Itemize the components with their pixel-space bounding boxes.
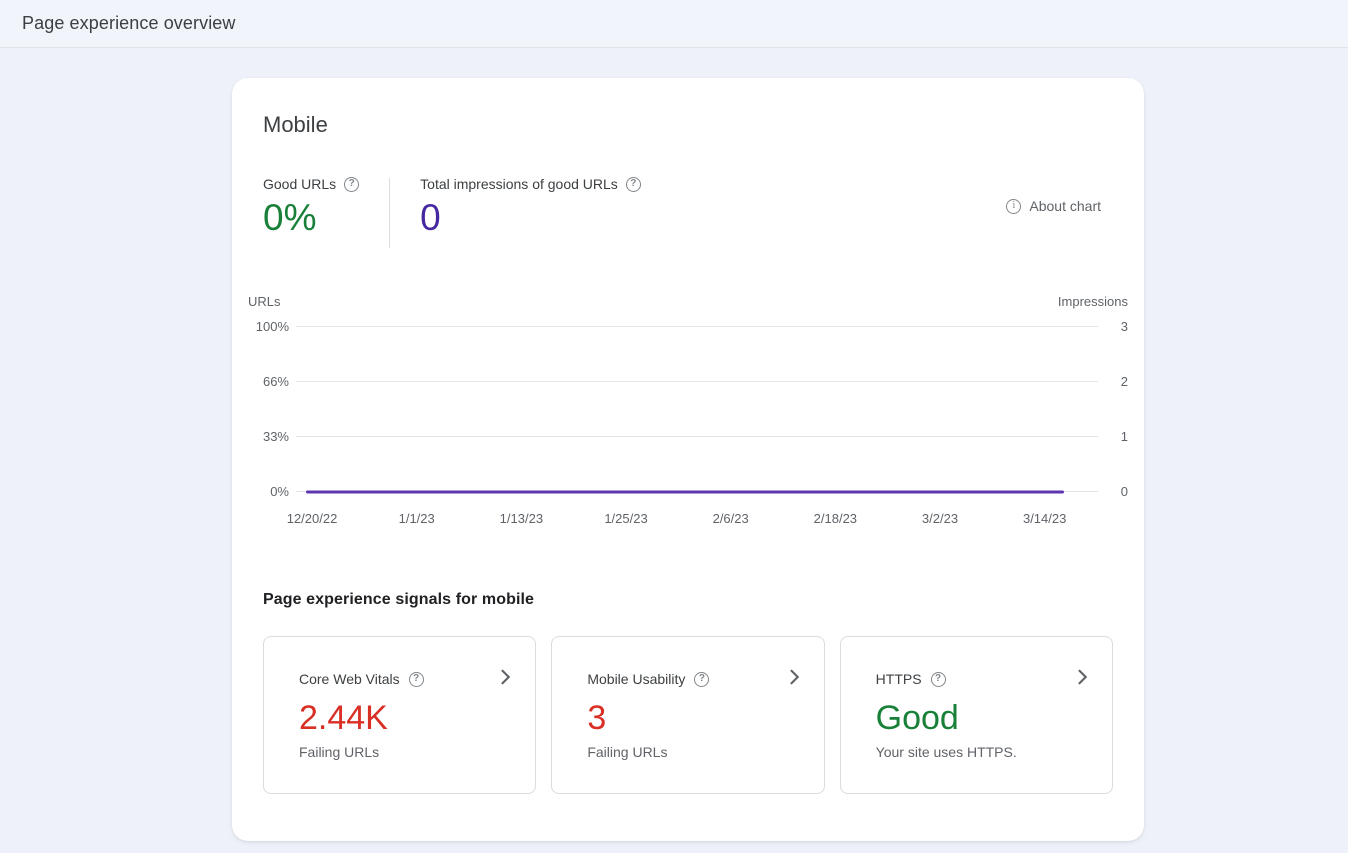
signal-cards-row: Core Web Vitals ? 2.44K Failing URLs Mob…	[263, 636, 1113, 794]
left-axis-tick: 100%	[248, 319, 296, 334]
gridline	[296, 491, 1098, 492]
chevron-right-icon[interactable]	[790, 669, 800, 685]
chart-grid: 100% 3 66% 2 33% 1 0% 0	[248, 319, 1128, 499]
https-value: Good	[876, 700, 1086, 737]
total-impressions-value: 0	[420, 198, 641, 239]
mobile-usability-value: 3	[587, 700, 797, 737]
x-axis-tick: 3/2/23	[922, 511, 958, 526]
core-web-vitals-description: Failing URLs	[299, 744, 509, 760]
mobile-usability-card[interactable]: Mobile Usability ? 3 Failing URLs	[551, 636, 824, 794]
gridline-row: 66% 2	[248, 374, 1128, 388]
left-axis-title: URLs	[248, 294, 281, 309]
gridline	[296, 326, 1098, 327]
x-axis-tick: 12/20/22	[287, 511, 338, 526]
help-circle-icon[interactable]: ?	[694, 672, 709, 687]
chevron-right-icon[interactable]	[501, 669, 511, 685]
card-title: Mobile	[263, 112, 1113, 138]
x-axis-labels: 12/20/22 1/1/23 1/13/23 1/25/23 2/6/23 2…	[296, 511, 1098, 527]
urls-impressions-chart: URLs Impressions 100% 3 66% 2 33% 1 0%	[248, 294, 1128, 527]
x-axis-tick: 1/25/23	[604, 511, 647, 526]
help-circle-icon[interactable]: ?	[626, 177, 641, 192]
right-axis-tick: 1	[1098, 429, 1128, 444]
left-axis-tick: 0%	[248, 484, 296, 499]
signals-heading: Page experience signals for mobile	[263, 591, 1113, 609]
core-web-vitals-value: 2.44K	[299, 700, 509, 737]
impressions-series-line	[306, 490, 1065, 493]
right-axis-title: Impressions	[1058, 294, 1128, 309]
core-web-vitals-card[interactable]: Core Web Vitals ? 2.44K Failing URLs	[263, 636, 536, 794]
gridline-row: 33% 1	[248, 430, 1128, 444]
good-urls-label: Good URLs	[263, 176, 336, 192]
about-chart-label: About chart	[1029, 198, 1101, 214]
x-axis-tick: 1/1/23	[399, 511, 435, 526]
page-header: Page experience overview	[0, 0, 1348, 48]
help-circle-icon[interactable]: ?	[409, 672, 424, 687]
https-description: Your site uses HTTPS.	[876, 744, 1086, 760]
x-axis-tick: 2/18/23	[814, 511, 857, 526]
core-web-vitals-label: Core Web Vitals	[299, 671, 400, 687]
help-circle-icon[interactable]: ?	[344, 177, 359, 192]
stats-row: Good URLs ? 0% Total impressions of good…	[263, 176, 1113, 248]
https-card[interactable]: HTTPS ? Good Your site uses HTTPS.	[840, 636, 1113, 794]
https-label: HTTPS	[876, 671, 922, 687]
right-axis-tick: 2	[1098, 374, 1128, 389]
left-axis-tick: 66%	[248, 374, 296, 389]
x-axis-tick: 2/6/23	[713, 511, 749, 526]
gridline	[296, 436, 1098, 437]
right-axis-tick: 3	[1098, 319, 1128, 334]
right-axis-tick: 0	[1098, 484, 1128, 499]
stats-divider	[389, 178, 390, 248]
total-impressions-label: Total impressions of good URLs	[420, 176, 618, 192]
gridline-row: 100% 3	[248, 319, 1128, 333]
gridline	[296, 381, 1098, 382]
mobile-overview-card: Mobile Good URLs ? 0% Total impressions …	[232, 78, 1144, 841]
help-circle-icon[interactable]: ?	[931, 672, 946, 687]
x-axis-tick: 3/14/23	[1023, 511, 1066, 526]
mobile-usability-label: Mobile Usability	[587, 671, 685, 687]
good-urls-value: 0%	[263, 198, 359, 239]
gridline-row-baseline: 0% 0	[248, 485, 1128, 499]
total-impressions-stat: Total impressions of good URLs ? 0	[420, 176, 641, 239]
x-axis-tick: 1/13/23	[500, 511, 543, 526]
about-chart-button[interactable]: i About chart	[1006, 198, 1101, 214]
good-urls-stat: Good URLs ? 0%	[263, 176, 359, 239]
page-title: Page experience overview	[22, 13, 236, 34]
left-axis-tick: 33%	[248, 429, 296, 444]
info-circle-icon: i	[1006, 199, 1021, 214]
mobile-usability-description: Failing URLs	[587, 744, 797, 760]
chevron-right-icon[interactable]	[1078, 669, 1088, 685]
